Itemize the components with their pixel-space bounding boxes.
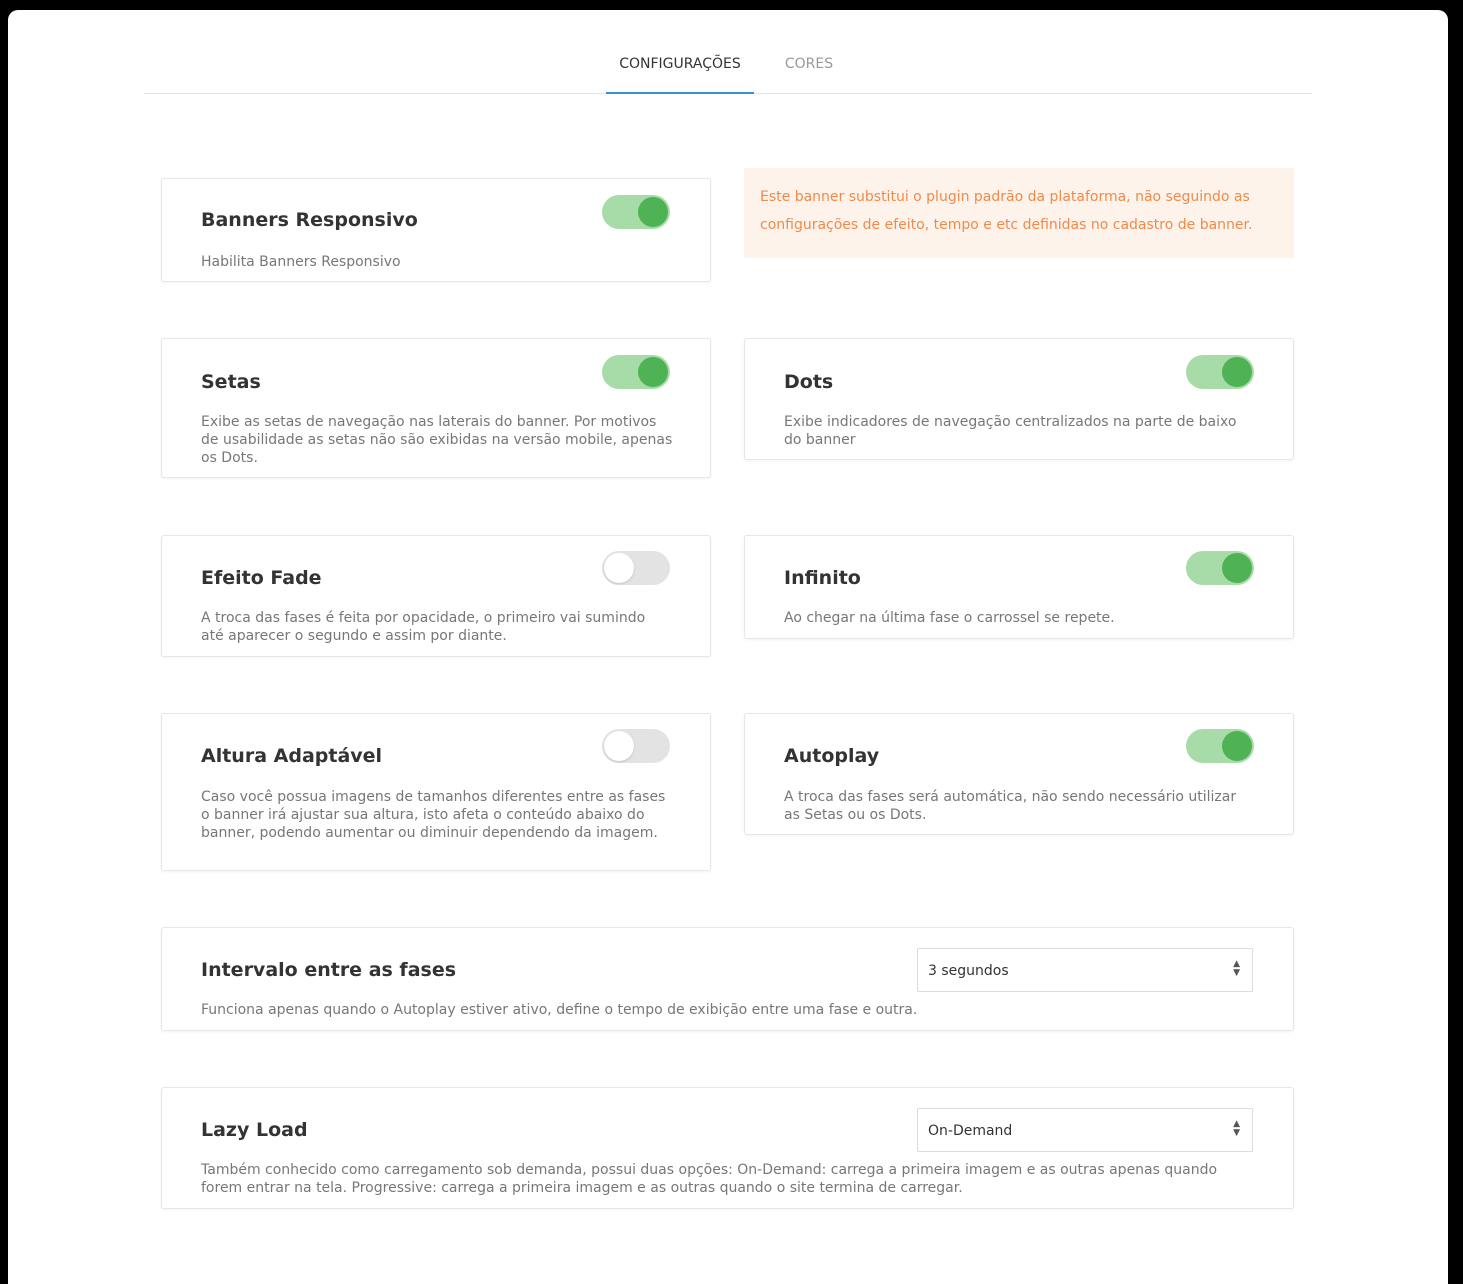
- select-arrows-icon: ▲ ▼: [1233, 1119, 1240, 1138]
- select-arrows-icon: ▲ ▼: [1233, 959, 1240, 978]
- card-description: Caso você possua imagens de tamanhos dif…: [201, 789, 666, 841]
- tab-bar: CONFIGURAÇÕES CORES: [144, 48, 1312, 94]
- card-title: Autoplay: [784, 745, 880, 767]
- efeito-fade-toggle[interactable]: [602, 551, 670, 585]
- autoplay-toggle[interactable]: [1186, 729, 1254, 763]
- banners-responsivo-toggle[interactable]: [602, 195, 670, 229]
- toggle-knob: [604, 553, 634, 583]
- card-title: Altura Adaptável: [201, 745, 383, 767]
- card-dots: Dots Exibe indicadores de navegação cent…: [744, 338, 1294, 460]
- intervalo-select[interactable]: 3 segundos ▲ ▼: [917, 948, 1253, 992]
- card-setas: Setas Exibe as setas de navegação nas la…: [161, 338, 711, 478]
- card-title: Banners Responsivo: [201, 209, 418, 231]
- select-value: On-Demand: [928, 1123, 1013, 1139]
- card-title: Intervalo entre as fases: [201, 959, 457, 981]
- card-description: Exibe indicadores de navegação centraliz…: [784, 414, 1237, 448]
- tab-configuracoes[interactable]: CONFIGURAÇÕES: [606, 48, 754, 94]
- card-title: Infinito: [784, 567, 861, 589]
- card-lazy-load: Lazy Load Também conhecido como carregam…: [161, 1087, 1294, 1209]
- card-title: Efeito Fade: [201, 567, 322, 589]
- card-description: A troca das fases será automática, não s…: [784, 789, 1237, 823]
- card-title: Lazy Load: [201, 1119, 308, 1141]
- card-description: Exibe as setas de navegação nas laterais…: [201, 414, 673, 466]
- card-description: Também conhecido como carregamento sob d…: [201, 1162, 1218, 1196]
- card-description: A troca das fases é feita por opacidade,…: [201, 610, 646, 644]
- tab-cores[interactable]: CORES: [774, 48, 844, 94]
- altura-adaptavel-toggle[interactable]: [602, 729, 670, 763]
- notice-banner: Este banner substitui o plugin padrão da…: [744, 168, 1294, 258]
- toggle-knob: [604, 731, 634, 761]
- card-description: Ao chegar na última fase o carrossel se …: [784, 610, 1115, 626]
- lazy-load-select[interactable]: On-Demand ▲ ▼: [917, 1108, 1253, 1152]
- toggle-knob: [638, 357, 668, 387]
- card-autoplay: Autoplay A troca das fases será automáti…: [744, 713, 1294, 835]
- toggle-knob: [638, 197, 668, 227]
- card-infinito: Infinito Ao chegar na última fase o carr…: [744, 535, 1294, 639]
- select-value: 3 segundos: [928, 963, 1009, 979]
- card-efeito-fade: Efeito Fade A troca das fases é feita po…: [161, 535, 711, 657]
- card-title: Setas: [201, 371, 261, 393]
- toggle-knob: [1222, 731, 1252, 761]
- toggle-knob: [1222, 357, 1252, 387]
- dots-toggle[interactable]: [1186, 355, 1254, 389]
- card-altura-adaptavel: Altura Adaptável Caso você possua imagen…: [161, 713, 711, 871]
- card-title: Dots: [784, 371, 834, 393]
- card-intervalo: Intervalo entre as fases Funciona apenas…: [161, 927, 1294, 1031]
- toggle-knob: [1222, 553, 1252, 583]
- setas-toggle[interactable]: [602, 355, 670, 389]
- card-banners-responsivo: Banners Responsivo Habilita Banners Resp…: [161, 178, 711, 282]
- card-description: Habilita Banners Responsivo: [201, 254, 401, 270]
- settings-panel: CONFIGURAÇÕES CORES Banners Responsivo H…: [8, 10, 1448, 1284]
- card-description: Funciona apenas quando o Autoplay estive…: [201, 1002, 918, 1018]
- infinito-toggle[interactable]: [1186, 551, 1254, 585]
